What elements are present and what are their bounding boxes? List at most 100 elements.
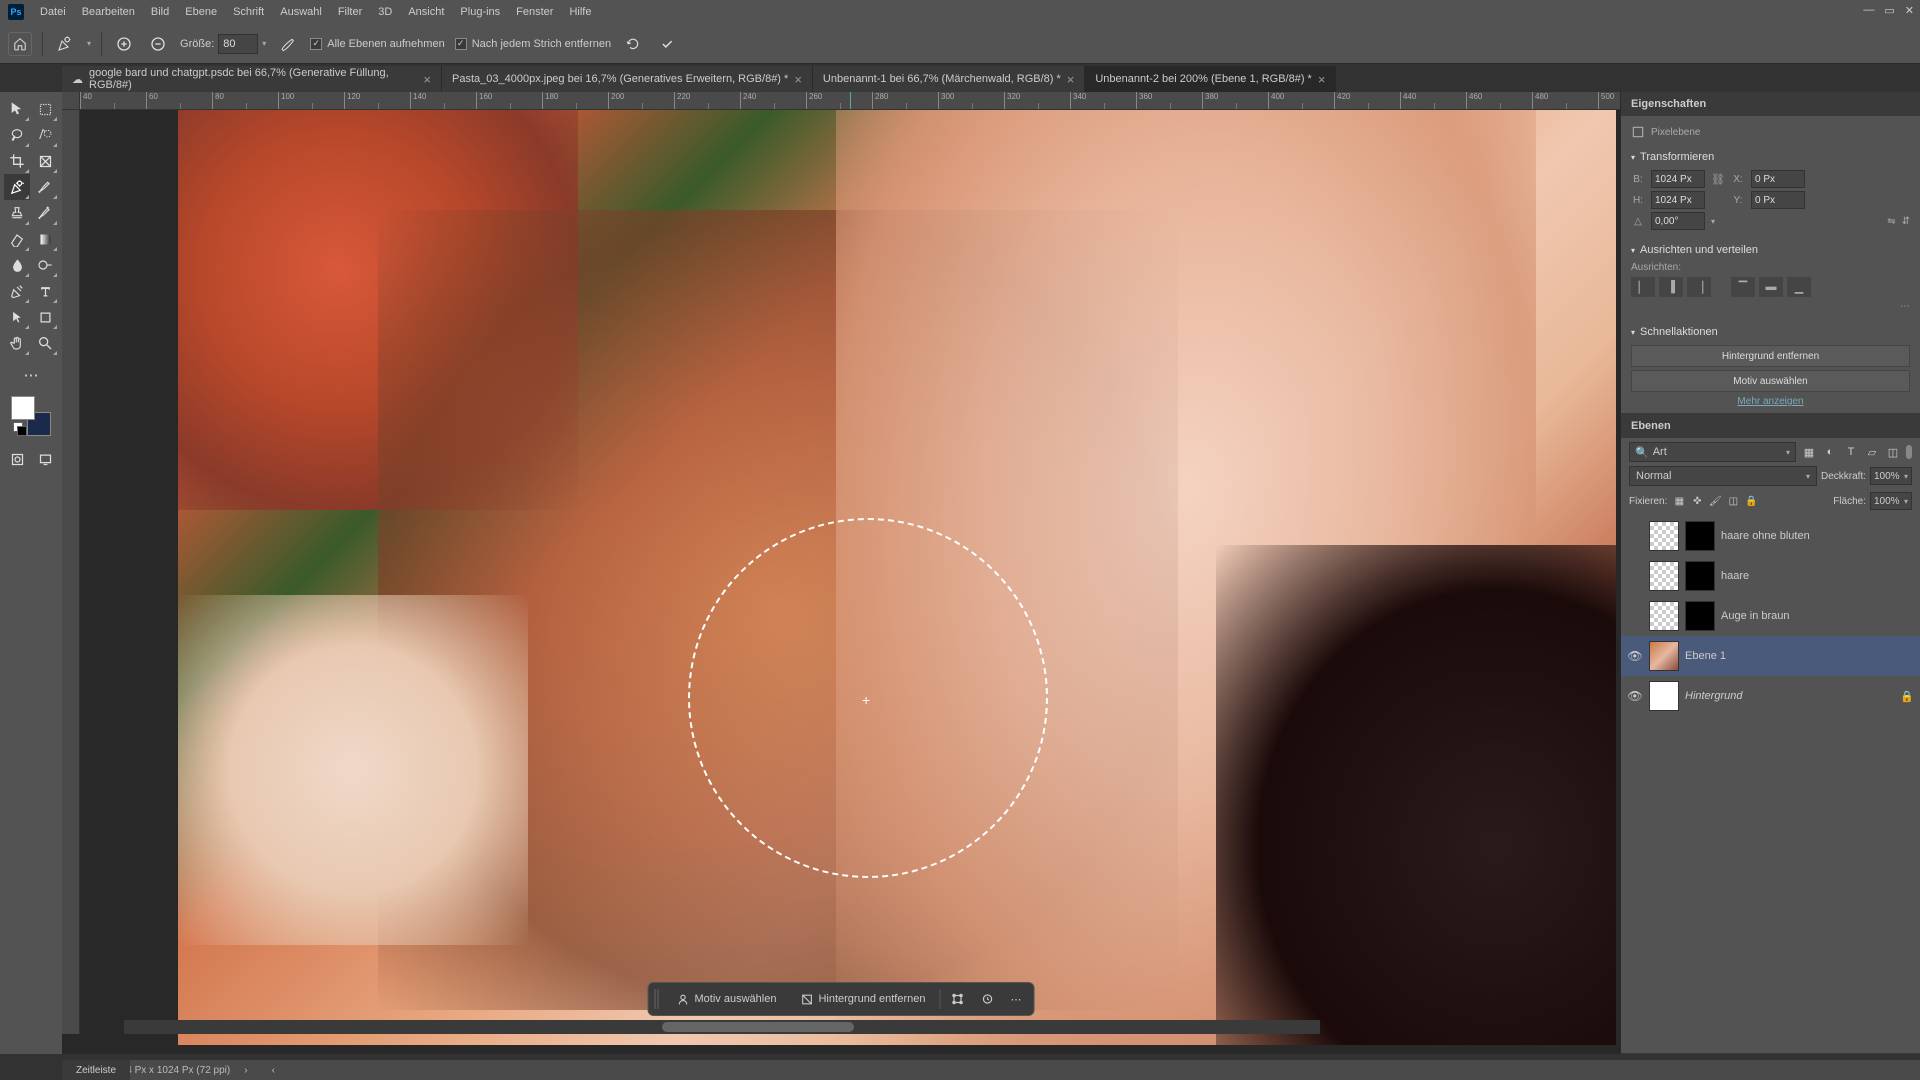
filter-smart-icon[interactable]: ◫ xyxy=(1884,443,1902,461)
more-options-icon[interactable]: ⋯ xyxy=(1004,986,1027,1012)
filter-adjust-icon[interactable]: ◐ xyxy=(1821,443,1839,461)
zoom-tool[interactable] xyxy=(32,330,58,356)
layer-name[interactable]: haare ohne bluten xyxy=(1721,530,1914,542)
align-center-h-icon[interactable]: ▐ xyxy=(1659,277,1683,297)
menu-ansicht[interactable]: Ansicht xyxy=(400,4,452,20)
brush-tool[interactable] xyxy=(32,174,58,200)
tab-close-icon[interactable]: × xyxy=(794,72,802,87)
visibility-toggle[interactable] xyxy=(1627,608,1643,624)
angle-dropdown-icon[interactable]: ▾ xyxy=(1711,217,1715,226)
menu-hilfe[interactable]: Hilfe xyxy=(561,4,599,20)
close-icon[interactable]: ✕ xyxy=(1905,4,1914,17)
menu-bild[interactable]: Bild xyxy=(143,4,177,20)
minimize-icon[interactable]: — xyxy=(1863,4,1874,17)
filter-pixel-icon[interactable]: ▦ xyxy=(1800,443,1818,461)
size-dropdown-icon[interactable]: ▾ xyxy=(262,39,266,48)
align-right-icon[interactable]: ▕ xyxy=(1687,277,1711,297)
brush-settings-icon[interactable] xyxy=(276,32,300,56)
filter-shape-icon[interactable]: ▱ xyxy=(1863,443,1881,461)
layer-thumbnail[interactable] xyxy=(1649,681,1679,711)
menu-fenster[interactable]: Fenster xyxy=(508,4,561,20)
remove-bg-action-button[interactable]: Hintergrund entfernen xyxy=(1631,345,1910,367)
default-colors-icon[interactable] xyxy=(13,422,25,434)
flip-h-icon[interactable]: ⇋ xyxy=(1887,216,1895,227)
lock-paint-icon[interactable]: 🖌 xyxy=(1707,493,1723,509)
quick-mask-icon[interactable] xyxy=(4,446,30,472)
flip-v-icon[interactable]: ⇵ xyxy=(1902,216,1910,227)
type-tool[interactable] xyxy=(32,278,58,304)
document-tab[interactable]: Pasta_03_4000px.jpeg bei 16,7% (Generati… xyxy=(442,66,813,92)
home-button[interactable] xyxy=(8,32,32,56)
path-select-tool[interactable] xyxy=(4,304,30,330)
menu-schrift[interactable]: Schrift xyxy=(225,4,272,20)
layer-name[interactable]: Auge in braun xyxy=(1721,610,1914,622)
more-tools-icon[interactable]: ⋯ xyxy=(18,362,44,388)
align-left-icon[interactable]: ▏ xyxy=(1631,277,1655,297)
layer-name[interactable]: Hintergrund xyxy=(1685,690,1894,702)
lock-position-icon[interactable]: ✜ xyxy=(1689,493,1705,509)
layer-row[interactable]: haare xyxy=(1621,556,1920,596)
angle-input[interactable] xyxy=(1651,212,1705,230)
dodge-tool[interactable] xyxy=(32,252,58,278)
transform-icon[interactable] xyxy=(944,986,970,1012)
foreground-color[interactable] xyxy=(11,396,35,420)
sample-all-layers-checkbox[interactable]: ✓ Alle Ebenen aufnehmen xyxy=(310,38,444,50)
eraser-tool[interactable] xyxy=(4,226,30,252)
lasso-tool[interactable] xyxy=(4,122,30,148)
align-bottom-icon[interactable]: ▁ xyxy=(1787,277,1811,297)
layer-thumbnail[interactable] xyxy=(1649,521,1679,551)
layer-name[interactable]: Ebene 1 xyxy=(1685,650,1914,662)
lock-pixels-icon[interactable]: ▦ xyxy=(1671,493,1687,509)
layer-mask-thumbnail[interactable] xyxy=(1685,521,1715,551)
quick-select-tool[interactable] xyxy=(32,122,58,148)
quick-actions-header[interactable]: ▾Schnellaktionen xyxy=(1631,322,1910,342)
visibility-toggle[interactable] xyxy=(1627,568,1643,584)
select-subject-action-button[interactable]: Motiv auswählen xyxy=(1631,370,1910,392)
document-canvas[interactable]: + xyxy=(178,110,1616,1045)
align-section-header[interactable]: ▾Ausrichten und verteilen xyxy=(1631,240,1910,260)
tab-close-icon[interactable]: × xyxy=(1067,72,1075,87)
lock-artboard-icon[interactable]: ◫ xyxy=(1725,493,1741,509)
stamp-tool[interactable] xyxy=(4,200,30,226)
select-subject-button[interactable]: Motiv auswählen xyxy=(667,986,787,1012)
reset-icon[interactable] xyxy=(621,32,645,56)
filter-toggle-icon[interactable] xyxy=(1906,445,1912,459)
layer-row[interactable]: Auge in braun xyxy=(1621,596,1920,636)
blur-tool[interactable] xyxy=(4,252,30,278)
menu-filter[interactable]: Filter xyxy=(330,4,370,20)
document-tab[interactable]: Unbenannt-2 bei 200% (Ebene 1, RGB/8#) *… xyxy=(1085,66,1336,92)
add-mode-icon[interactable] xyxy=(112,32,136,56)
hand-tool[interactable] xyxy=(4,330,30,356)
tab-close-icon[interactable]: × xyxy=(1318,72,1326,87)
artboard-tool[interactable] xyxy=(32,96,58,122)
shape-tool[interactable] xyxy=(32,304,58,330)
layer-thumbnail[interactable] xyxy=(1649,641,1679,671)
tool-preset-dropdown[interactable]: ▾ xyxy=(87,39,91,48)
lock-all-icon[interactable]: 🔒 xyxy=(1743,493,1759,509)
healing-tool[interactable] xyxy=(4,174,30,200)
link-wh-icon[interactable]: ⛓ xyxy=(1711,173,1725,186)
layer-name[interactable]: haare xyxy=(1721,570,1914,582)
subtract-mode-icon[interactable] xyxy=(146,32,170,56)
menu-ebene[interactable]: Ebene xyxy=(177,4,225,20)
filter-type-icon[interactable]: T xyxy=(1842,443,1860,461)
align-center-v-icon[interactable]: ▬ xyxy=(1759,277,1783,297)
align-top-icon[interactable]: ▔ xyxy=(1731,277,1755,297)
layer-mask-thumbnail[interactable] xyxy=(1685,601,1715,631)
properties-icon[interactable] xyxy=(974,986,1000,1012)
color-swatches[interactable] xyxy=(11,396,51,436)
menu-plug-ins[interactable]: Plug-ins xyxy=(452,4,508,20)
frame-tool[interactable] xyxy=(32,148,58,174)
layer-thumbnail[interactable] xyxy=(1649,601,1679,631)
align-more-icon[interactable]: ⋯ xyxy=(1900,301,1910,312)
tab-close-icon[interactable]: × xyxy=(423,72,431,87)
blend-mode-dropdown[interactable]: Normal▾ xyxy=(1629,466,1817,486)
visibility-toggle[interactable] xyxy=(1627,528,1643,544)
layer-filter-dropdown[interactable]: 🔍 Art ▾ xyxy=(1629,442,1796,462)
layer-row[interactable]: 👁Hintergrund🔒 xyxy=(1621,676,1920,716)
crop-tool[interactable] xyxy=(4,148,30,174)
timeline-tab[interactable]: Zeitleiste xyxy=(62,1060,130,1080)
screen-mode-icon[interactable] xyxy=(32,446,58,472)
document-tab[interactable]: Unbenannt-1 bei 66,7% (Märchenwald, RGB/… xyxy=(813,66,1085,92)
commit-icon[interactable] xyxy=(655,32,679,56)
